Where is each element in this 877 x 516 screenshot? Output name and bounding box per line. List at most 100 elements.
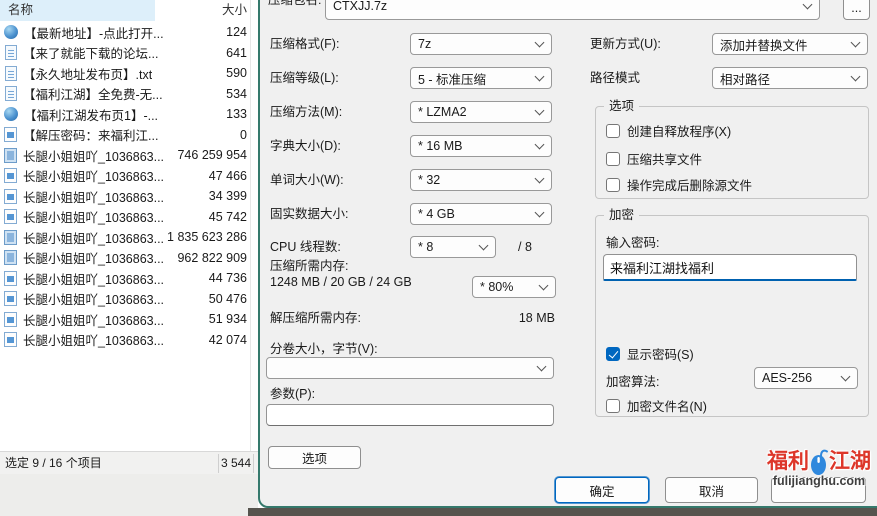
file-type-icon xyxy=(4,189,17,204)
add-to-archive-dialog: 压缩包名: CTXJJ.7z ... 压缩格式(F): 7z 压缩等级(L): … xyxy=(258,0,877,508)
encryption-method-combobox[interactable]: AES-256 xyxy=(754,367,858,389)
level-label: 压缩等级(L): xyxy=(270,67,339,89)
solid-block-combobox[interactable]: * 4 GB xyxy=(410,203,552,225)
file-row[interactable]: 【福利江湖发布页1】-... 133 xyxy=(0,104,258,125)
chevron-down-icon xyxy=(539,280,549,290)
encrypt-filenames-label: 加密文件名(N) xyxy=(627,396,707,415)
column-header-name[interactable]: 名称 xyxy=(0,0,155,21)
show-password-checkbox[interactable] xyxy=(606,347,620,361)
file-row[interactable]: 【永久地址发布页】.txt 590 xyxy=(0,63,258,84)
file-type-icon xyxy=(4,271,17,286)
dictionary-size-combobox[interactable]: * 16 MB xyxy=(410,135,552,157)
update-mode-label: 更新方式(U): xyxy=(590,33,661,55)
file-size: 45 742 xyxy=(209,210,247,224)
file-size: 746 259 954 xyxy=(177,148,247,162)
dictionary-size-value: * 16 MB xyxy=(418,139,462,153)
file-size: 42 074 xyxy=(209,333,247,347)
file-type-icon xyxy=(5,45,17,60)
file-name: 【最新地址】-点此打开... xyxy=(24,23,164,42)
file-row[interactable]: 【福利江湖】全免费-无... 534 xyxy=(0,84,258,105)
chevron-down-icon xyxy=(535,173,545,183)
file-type-icon xyxy=(4,168,17,183)
encryption-method-value: AES-256 xyxy=(762,371,812,385)
file-row[interactable]: 长腿小姐姐吖_1036863... 42 074 xyxy=(0,330,258,351)
file-row[interactable]: 长腿小姐姐吖_1036863... 51 934 xyxy=(0,309,258,330)
chevron-down-icon xyxy=(535,139,545,149)
file-name: 长腿小姐姐吖_1036863... xyxy=(23,269,164,288)
file-manager-panel: 名称 大小 【最新地址】-点此打开... 124 【来了就能下载的论坛... 6… xyxy=(0,0,258,451)
level-combobox[interactable]: 5 - 标准压缩 xyxy=(410,67,552,89)
options-button[interactable]: 选项 xyxy=(268,446,361,469)
update-mode-combobox[interactable]: 添加并替换文件 xyxy=(712,33,868,55)
file-name: 长腿小姐姐吖_1036863... xyxy=(23,330,164,349)
file-size: 47 466 xyxy=(209,169,247,183)
compress-shared-checkbox[interactable] xyxy=(606,152,620,166)
chevron-down-icon xyxy=(535,207,545,217)
file-row[interactable]: 长腿小姐姐吖_1036863... 45 742 xyxy=(0,207,258,228)
file-size: 534 xyxy=(226,87,247,101)
password-label: 输入密码: xyxy=(606,232,659,251)
path-mode-label: 路径模式 xyxy=(590,67,640,89)
options-group: 选项 创建自释放程序(X) 压缩共享文件 操作完成后删除源文件 xyxy=(595,106,869,199)
encryption-group: 加密 输入密码: 显示密码(S) 加密算法: AES-256 加密文件名(N) xyxy=(595,215,869,417)
ok-button[interactable]: 确定 xyxy=(555,477,649,503)
file-row[interactable]: 长腿小姐姐吖_1036863... 44 736 xyxy=(0,268,258,289)
cancel-button[interactable]: 取消 xyxy=(665,477,758,503)
method-label: 压缩方法(M): xyxy=(270,101,342,123)
file-row[interactable]: 长腿小姐姐吖_1036863... 1 835 623 286 xyxy=(0,227,258,248)
file-row[interactable]: 长腿小姐姐吖_1036863... 746 259 954 xyxy=(0,145,258,166)
volume-size-combobox[interactable] xyxy=(266,357,554,379)
status-separator xyxy=(218,454,219,473)
file-row[interactable]: 长腿小姐姐吖_1036863... 50 476 xyxy=(0,289,258,310)
file-row[interactable]: 长腿小姐姐吖_1036863... 34 399 xyxy=(0,186,258,207)
file-name: 【福利江湖发布页1】-... xyxy=(24,105,158,124)
memory-compress-label: 压缩所需内存: xyxy=(270,259,348,273)
encryption-group-title: 加密 xyxy=(604,207,639,223)
path-mode-combobox[interactable]: 相对路径 xyxy=(712,67,868,89)
method-combobox[interactable]: * LZMA2 xyxy=(410,101,552,123)
delete-after-checkbox[interactable] xyxy=(606,178,620,192)
parameters-input[interactable] xyxy=(266,404,554,426)
word-size-combobox[interactable]: * 32 xyxy=(410,169,552,191)
file-name: 【永久地址发布页】.txt xyxy=(23,64,152,83)
file-row[interactable]: 长腿小姐姐吖_1036863... 962 822 909 xyxy=(0,248,258,269)
archive-name-value: CTXJJ.7z xyxy=(333,0,387,13)
file-size: 133 xyxy=(226,107,247,121)
options-group-title: 选项 xyxy=(604,98,639,114)
file-row[interactable]: 【来了就能下载的论坛... 641 xyxy=(0,43,258,64)
format-combobox[interactable]: 7z xyxy=(410,33,552,55)
dictionary-size-label: 字典大小(D): xyxy=(270,135,341,157)
file-name: 长腿小姐姐吖_1036863... xyxy=(23,228,164,247)
create-sfx-label: 创建自释放程序(X) xyxy=(627,121,731,140)
encryption-method-label: 加密算法: xyxy=(606,371,659,390)
path-mode-value: 相对路径 xyxy=(720,69,770,88)
browse-button[interactable]: ... xyxy=(843,0,870,20)
selection-status: 选定 9 / 16 个项目 xyxy=(5,452,102,475)
password-input[interactable] xyxy=(603,254,857,281)
file-size: 641 xyxy=(226,46,247,60)
file-type-icon xyxy=(4,25,18,39)
chevron-down-icon xyxy=(535,37,545,47)
file-row[interactable]: 长腿小姐姐吖_1036863... 47 466 xyxy=(0,166,258,187)
encrypt-filenames-checkbox[interactable] xyxy=(606,399,620,413)
column-header-size[interactable]: 大小 xyxy=(222,0,247,21)
solid-block-label: 固实数据大小: xyxy=(270,203,348,225)
window-background xyxy=(0,474,258,516)
list-header: 名称 大小 xyxy=(0,0,258,21)
cpu-threads-combobox[interactable]: * 8 xyxy=(410,236,496,258)
file-name: 【解压密码：来福利江... xyxy=(23,125,158,144)
solid-block-value: * 4 GB xyxy=(418,207,455,221)
create-sfx-checkbox[interactable] xyxy=(606,124,620,138)
file-row[interactable]: 【解压密码：来福利江... 0 xyxy=(0,125,258,146)
memory-percent-combobox[interactable]: * 80% xyxy=(472,276,556,298)
file-name: 长腿小姐姐吖_1036863... xyxy=(23,207,164,226)
file-size: 51 934 xyxy=(209,312,247,326)
file-name: 长腿小姐姐吖_1036863... xyxy=(23,146,164,165)
help-button[interactable] xyxy=(771,477,866,503)
file-type-icon xyxy=(4,250,17,265)
file-type-icon xyxy=(4,332,17,347)
file-row[interactable]: 【最新地址】-点此打开... 124 xyxy=(0,22,258,43)
file-type-icon xyxy=(4,230,17,245)
format-value: 7z xyxy=(418,37,431,51)
archive-name-combobox[interactable]: CTXJJ.7z xyxy=(325,0,820,20)
